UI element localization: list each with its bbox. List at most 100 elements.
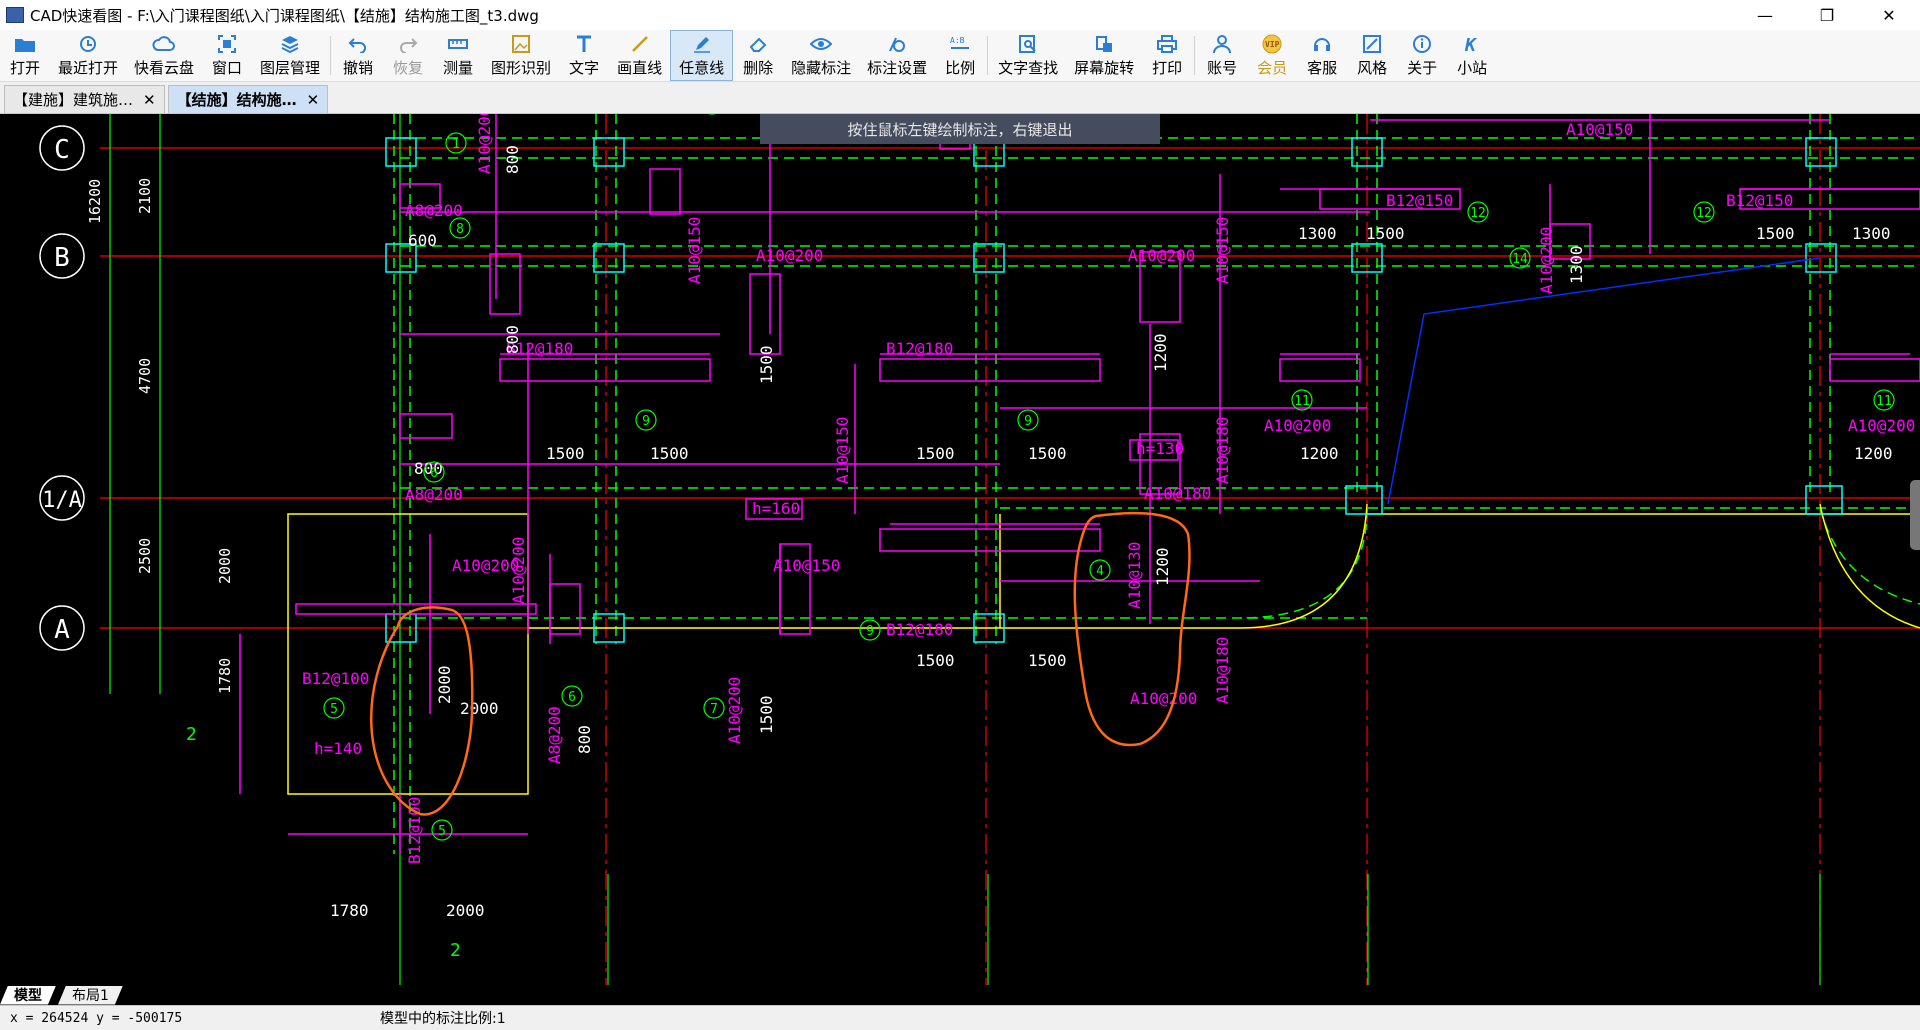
dim-1200-v: 1200 [1153,547,1172,586]
scale-icon: A:B [948,33,972,55]
redo-button[interactable]: 恢复 [383,30,433,81]
service-button[interactable]: 客服 [1297,30,1347,81]
label-a10-150: A10@150 [1566,120,1633,139]
layers-button[interactable]: 图层管理 [252,30,328,81]
vip-button[interactable]: VIP 会员 [1247,30,1297,81]
label-a10-200-v: A10@200 [475,114,494,174]
main-toolbar: 打开 最近打开 快看云盘 窗口 图层管理 撤销 恢复 测量 图形识别 文字 画直… [0,30,1920,82]
text-button[interactable]: 文字 [559,30,609,81]
label-h140: h=140 [314,739,362,758]
dim-1500: 1500 [1366,224,1405,243]
dim-1200: 1200 [1854,444,1893,463]
close-button[interactable]: ✕ [1858,0,1920,30]
callout-12: 12 [1470,206,1486,221]
slab-outline [287,503,1920,795]
close-tab-icon[interactable]: ✕ [307,91,320,109]
dim-2500: 2500 [136,538,154,574]
label-a10-150-v: A10@150 [833,417,852,484]
tab-architecture[interactable]: 【建施】建筑施… ✕ [4,85,165,113]
tab-layout1[interactable]: 布局1 [58,986,123,1005]
window-title: CAD快速看图 - F:\入门课程图纸\入门课程图纸\【结施】结构施工图_t3.… [30,6,539,25]
measure-button[interactable]: 测量 [433,30,483,81]
account-button[interactable]: 账号 [1197,30,1247,81]
label-a10-150-v: A10@150 [685,217,704,284]
dim-1780: 1780 [330,901,369,920]
scale-button[interactable]: A:B 比例 [935,30,985,81]
style-button[interactable]: 风格 [1347,30,1397,81]
label-a10-200: A10@200 [1130,689,1197,708]
dim-1300: 1300 [1852,224,1891,243]
callout-9: 9 [866,624,874,639]
maximize-button[interactable]: ❐ [1796,0,1858,30]
status-bar: x = 264524 y = -500175 模型中的标注比例:1 [0,1005,1920,1030]
history-icon [76,33,100,55]
info-icon [1410,33,1434,55]
search-doc-icon [1016,33,1040,55]
dim-settings-button[interactable]: 标注设置 [859,30,935,81]
freeline-button[interactable]: 任意线 [670,30,734,81]
rotate-button[interactable]: 屏幕旋转 [1066,30,1142,81]
print-button[interactable]: 打印 [1142,30,1192,81]
dim-4700: 4700 [136,358,154,394]
redo-icon [396,33,420,55]
label-a10-180: A10@180 [1144,484,1211,503]
label-a10-200-v: A10@200 [1537,227,1556,294]
close-tab-icon[interactable]: ✕ [143,91,156,109]
label-a10-200-v: A10@200 [509,537,528,604]
dim-1200: 1200 [1300,444,1339,463]
dim-2000: 2000 [216,548,234,584]
cad-drawing: C B 1/A A 16200 2100 4700 2500 2000 1780 [39,114,1920,985]
dim-16200: 16200 [86,179,104,224]
dim-2000: 2000 [446,901,485,920]
callout-5: 5 [330,702,338,717]
side-handle[interactable] [1910,480,1920,550]
shape-recognize-icon [509,33,533,55]
label-h160: h=160 [752,499,800,518]
tab-structure[interactable]: 【结施】结构施… ✕ [167,85,329,113]
recognize-button[interactable]: 图形识别 [483,30,559,81]
cursor-coordinates: x = 264524 y = -500175 [10,1010,183,1026]
station-icon: K [1460,33,1484,55]
station-button[interactable]: K 小站 [1447,30,1497,81]
callout-9: 9 [1024,414,1032,429]
callout-6: 6 [568,690,576,705]
callout-5: 5 [438,824,446,839]
blue-polyline [1387,257,1821,505]
hide-dims-button[interactable]: 隐藏标注 [783,30,859,81]
callout-1: 1 [452,137,460,152]
about-button[interactable]: 关于 [1397,30,1447,81]
window-button[interactable]: 窗口 [202,30,252,81]
ruler-icon [446,33,470,55]
headset-icon [1310,33,1334,55]
style-icon [1360,33,1384,55]
open-button[interactable]: 打开 [0,30,50,81]
scale-info: 模型中的标注比例:1 [380,1011,506,1027]
label-a8-200: A8@200 [405,485,463,504]
callout-9: 9 [642,414,650,429]
toolbar-separator [1194,36,1196,75]
label-a10-200: A10@200 [1848,416,1915,435]
label-a10-180-v: A10@180 [1213,417,1232,484]
label-a10-180-v: A10@180 [1213,637,1232,704]
dim-1500: 1500 [546,444,585,463]
delete-button[interactable]: 删除 [733,30,783,81]
minimize-button[interactable]: — [1734,0,1796,30]
line-icon [628,33,652,55]
layout-tab-bar: 模型 布局1 [0,985,1920,1005]
drawing-canvas[interactable]: C B 1/A A 16200 2100 4700 2500 2000 1780 [0,114,1920,985]
axis-label-b: B [54,243,70,273]
dim-1500-v: 1500 [757,345,776,384]
cloud-button[interactable]: 快看云盘 [126,30,202,81]
recent-button[interactable]: 最近打开 [50,30,126,81]
rebar-lines [239,114,1920,854]
text-search-button[interactable]: 文字查找 [990,30,1066,81]
axis-label-1a: 1/A [42,488,82,513]
dim-1500-v: 1500 [757,695,776,734]
tab-model[interactable]: 模型 [0,986,56,1005]
line-button[interactable]: 画直线 [609,30,670,81]
user-icon [1210,33,1234,55]
callout-6: 6 [430,466,438,481]
label-a10-200: A10@200 [756,246,823,265]
undo-button[interactable]: 撤销 [333,30,383,81]
axis-bubbles [39,125,85,651]
